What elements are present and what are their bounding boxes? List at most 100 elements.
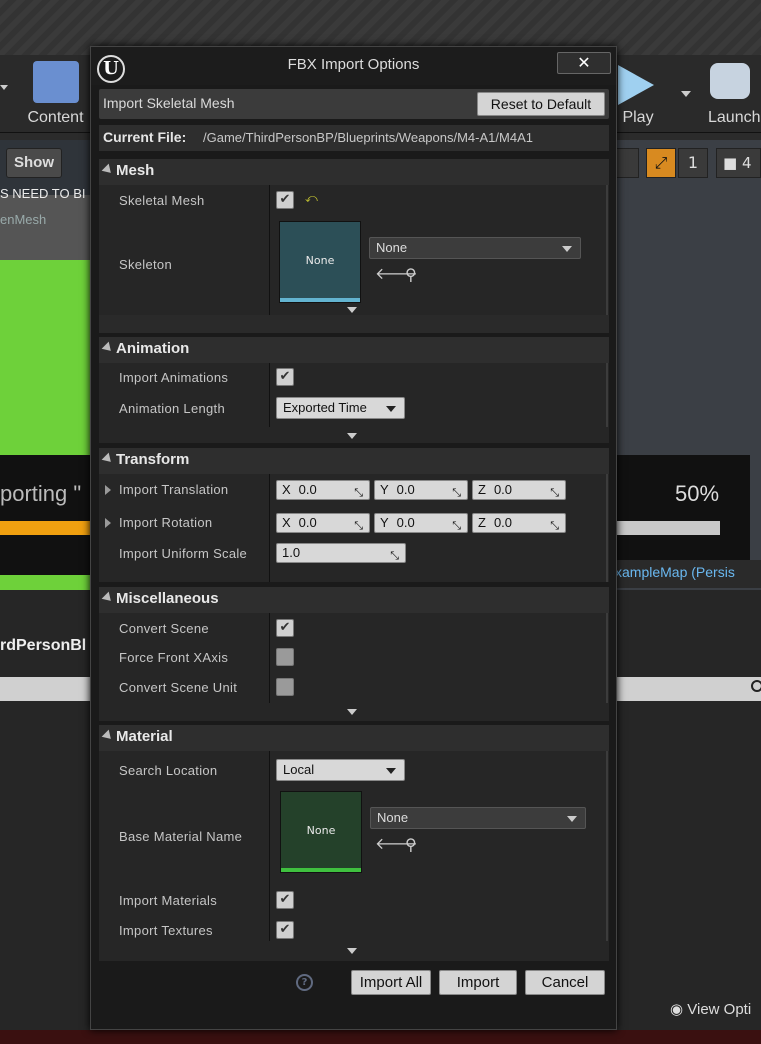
advanced-expand-icon[interactable] xyxy=(347,433,357,439)
misc-section-header[interactable]: Miscellaneous xyxy=(99,587,609,613)
grid-snap-button[interactable] xyxy=(615,148,639,178)
collapse-arrow-icon xyxy=(101,163,115,177)
animation-section: Animation Import Animations ✔ Animation … xyxy=(99,337,609,443)
play-button[interactable]: Play xyxy=(608,55,668,130)
search-location-combo[interactable]: Local xyxy=(276,759,405,781)
search-bar-left[interactable] xyxy=(0,677,92,701)
show-button[interactable]: Show xyxy=(6,148,62,178)
dialog-titlebar[interactable]: U FBX Import Options ✕ xyxy=(91,47,616,85)
drag-handle-icon: ⤡ xyxy=(550,520,559,532)
taskbar xyxy=(0,1030,761,1044)
base-material-thumbnail-text: None xyxy=(306,824,336,837)
skeleton-thumbnail[interactable]: None xyxy=(279,221,361,303)
collapse-arrow-icon xyxy=(101,341,115,355)
expand-arrow-icon[interactable] xyxy=(105,485,111,495)
cancel-button[interactable]: Cancel xyxy=(525,970,605,995)
import-animations-checkbox[interactable]: ✔ xyxy=(276,368,294,386)
base-material-thumbnail[interactable]: None xyxy=(280,791,362,873)
skeletal-mesh-checkbox[interactable]: ✔ xyxy=(276,191,294,209)
rotation-y-value: 0.0 xyxy=(396,515,415,530)
viewport-mesh-text: enMesh xyxy=(0,212,47,227)
import-button[interactable]: Import xyxy=(439,970,517,995)
column-divider xyxy=(269,363,270,427)
chevron-down-icon xyxy=(562,246,572,252)
viewport-floor xyxy=(0,260,92,455)
chevron-down-icon[interactable] xyxy=(0,85,8,90)
translation-x-field[interactable]: X 0.0 ⤡ xyxy=(276,480,370,500)
scrollbar[interactable] xyxy=(606,185,608,315)
scrollbar[interactable] xyxy=(606,474,608,582)
reset-arrow-icon[interactable]: ⤺ xyxy=(305,191,318,206)
chevron-down-icon xyxy=(386,768,396,774)
translation-z-field[interactable]: Z 0.0 ⤡ xyxy=(472,480,566,500)
scrollbar[interactable] xyxy=(606,363,608,427)
y-axis-label: Y xyxy=(380,482,389,497)
mesh-section-title: Mesh xyxy=(116,162,155,179)
camera-icon: ■ xyxy=(723,154,738,172)
content-button[interactable]: Content xyxy=(18,55,93,130)
snap-value[interactable]: 1 xyxy=(678,148,708,178)
z-axis-label: Z xyxy=(478,482,486,497)
fbx-import-dialog: U FBX Import Options ✕ Import Skeletal M… xyxy=(90,46,617,1030)
transform-section-header[interactable]: Transform xyxy=(99,448,609,474)
x-axis-label: X xyxy=(282,515,291,530)
import-textures-checkbox[interactable]: ✔ xyxy=(276,921,294,939)
skeleton-combo-value: None xyxy=(376,240,408,255)
base-material-combo[interactable]: None xyxy=(370,807,586,829)
help-icon[interactable]: ? xyxy=(296,974,313,991)
import-all-button[interactable]: Import All xyxy=(351,970,431,995)
mesh-section-body: Skeletal Mesh ✔ ⤺ Skeleton None None 🡐 ⚲ xyxy=(99,185,609,315)
force-front-xaxis-checkbox[interactable]: ✔ xyxy=(276,648,294,666)
convert-scene-checkbox[interactable]: ✔ xyxy=(276,619,294,637)
reset-to-default-button[interactable]: Reset to Default xyxy=(477,92,605,116)
column-divider xyxy=(269,613,270,703)
expand-arrow-icon[interactable] xyxy=(105,518,111,528)
advanced-expand-icon[interactable] xyxy=(347,948,357,954)
search-location-value: Local xyxy=(283,762,315,777)
advanced-expand-icon[interactable] xyxy=(347,307,357,313)
translation-y-field[interactable]: Y 0.0 ⤡ xyxy=(374,480,468,500)
close-button[interactable]: ✕ xyxy=(557,52,611,74)
chevron-down-icon xyxy=(386,406,396,412)
rotation-x-field[interactable]: X 0.0 ⤡ xyxy=(276,513,370,533)
asset-type-bar xyxy=(281,868,361,872)
convert-scene-unit-checkbox[interactable]: ✔ xyxy=(276,678,294,696)
asset-type-bar xyxy=(280,298,360,302)
animation-section-header[interactable]: Animation xyxy=(99,337,609,363)
view-options-button[interactable]: ◉ View Opti xyxy=(670,1000,751,1018)
map-name-text: xampleMap (Persis xyxy=(615,560,761,588)
search-bar-right[interactable] xyxy=(615,677,761,701)
play-icon xyxy=(618,65,654,105)
misc-section: Miscellaneous Convert Scene ✔ Force Fron… xyxy=(99,587,609,721)
drag-handle-icon: ⤡ xyxy=(354,487,363,499)
rotation-y-field[interactable]: Y 0.0 ⤡ xyxy=(374,513,468,533)
play-label: Play xyxy=(622,109,654,126)
scrollbar[interactable] xyxy=(606,613,608,703)
uniform-scale-field[interactable]: 1.0 ⤡ xyxy=(276,543,406,563)
convert-scene-unit-label: Convert Scene Unit xyxy=(119,680,238,695)
import-animations-label: Import Animations xyxy=(119,370,229,385)
rotation-z-field[interactable]: Z 0.0 ⤡ xyxy=(472,513,566,533)
animation-length-combo[interactable]: Exported Time xyxy=(276,397,405,419)
chevron-down-icon[interactable] xyxy=(681,91,691,97)
animation-length-value: Exported Time xyxy=(283,400,367,415)
viewport-floor-strip xyxy=(0,575,92,590)
skeleton-combo[interactable]: None xyxy=(369,237,581,259)
launch-button[interactable]: Launch xyxy=(700,55,761,130)
browse-search-icon[interactable]: ⚲ xyxy=(405,835,417,854)
progress-panel: porting " xyxy=(0,455,92,575)
skeleton-label: Skeleton xyxy=(119,257,172,272)
mesh-section-header[interactable]: Mesh xyxy=(99,159,609,185)
import-materials-checkbox[interactable]: ✔ xyxy=(276,891,294,909)
scrollbar[interactable] xyxy=(606,751,608,941)
current-file-path: /Game/ThirdPersonBP/Blueprints/Weapons/M… xyxy=(203,130,533,145)
scale-snap-icon[interactable]: ⤢ xyxy=(646,148,676,178)
camera-speed-button[interactable]: ■ 4 xyxy=(716,148,761,178)
material-section-header[interactable]: Material xyxy=(99,725,609,751)
camera-speed-value: 4 xyxy=(741,154,752,172)
advanced-expand-icon[interactable] xyxy=(347,709,357,715)
browse-search-icon[interactable]: ⚲ xyxy=(405,265,417,284)
animation-length-label: Animation Length xyxy=(119,401,225,416)
search-icon[interactable] xyxy=(751,680,761,692)
column-divider xyxy=(269,751,270,941)
